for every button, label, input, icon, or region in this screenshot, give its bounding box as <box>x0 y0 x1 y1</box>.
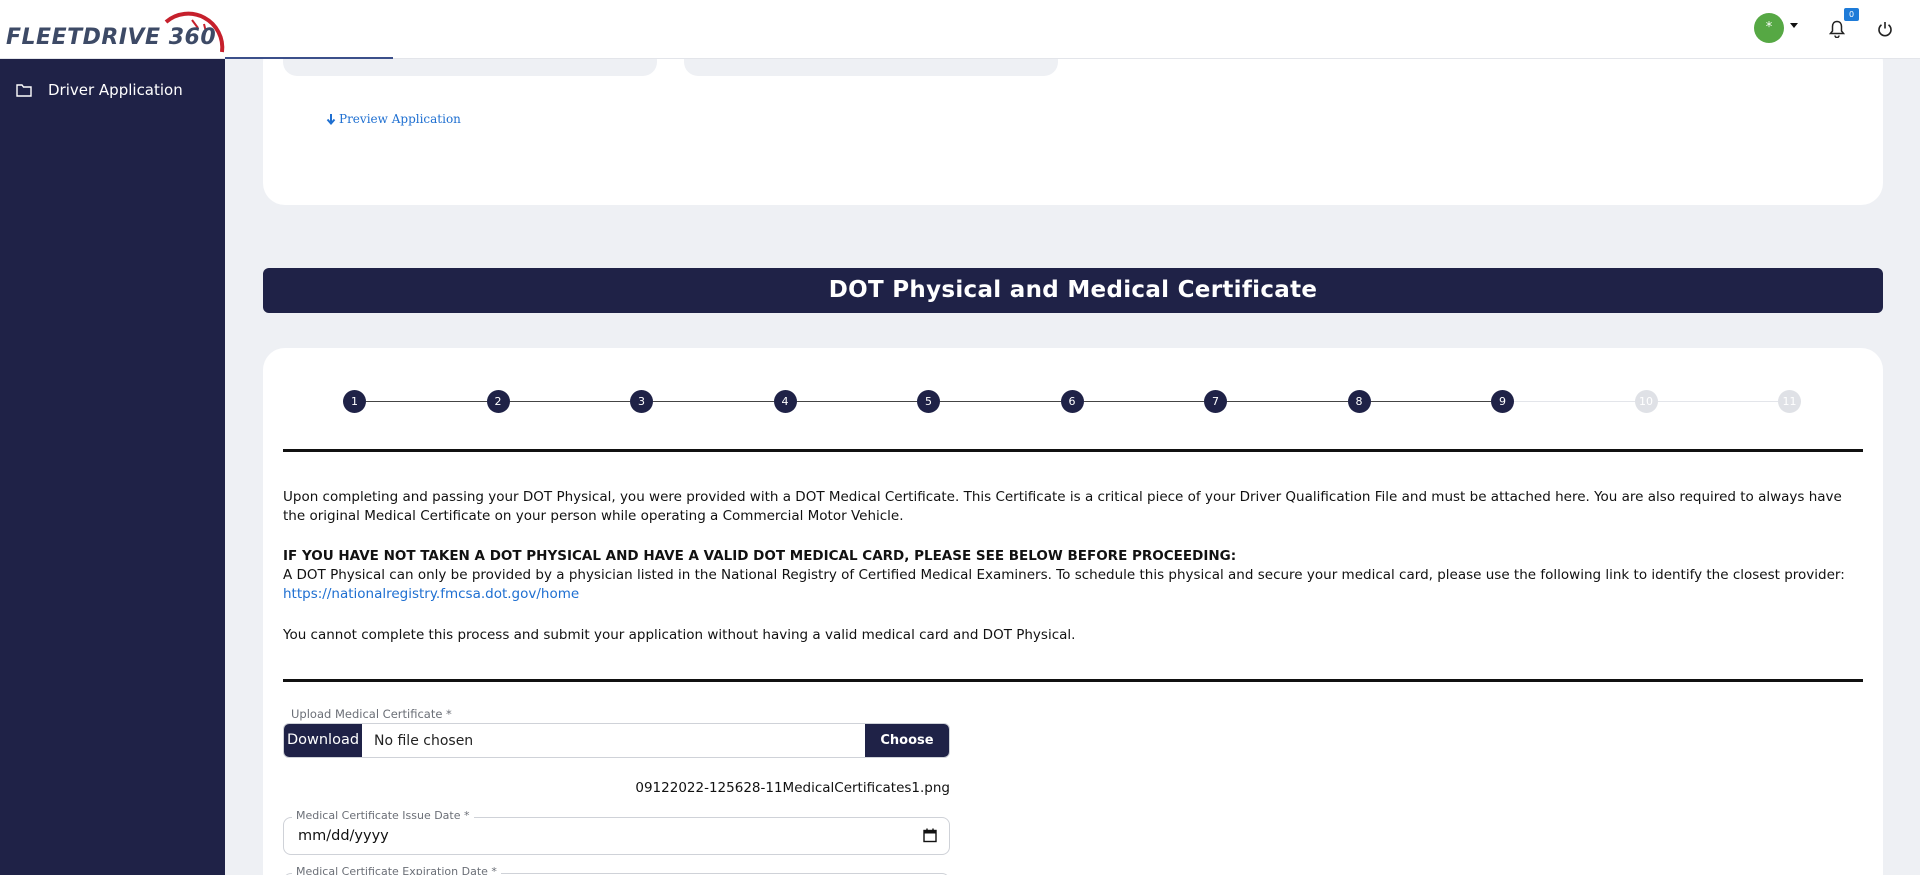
step-connector <box>1514 401 1635 402</box>
bell-icon[interactable] <box>1829 20 1845 38</box>
file-upload-field[interactable]: Download No file chosen Choose File <box>283 723 950 781</box>
sidebar-item-label: Driver Application <box>48 81 183 99</box>
step-1[interactable]: 1 <box>343 390 366 413</box>
warning-block: IF YOU HAVE NOT TAKEN A DOT PHYSICAL AND… <box>283 547 1863 604</box>
notification-badge: 0 <box>1844 8 1859 21</box>
logo-text: FLEETDRIVE 360 <box>6 25 217 50</box>
download-button[interactable]: Download <box>284 724 362 757</box>
active-tab-indicator <box>225 57 393 59</box>
issue-date-label: Medical Certificate Issue Date * <box>292 809 474 822</box>
step-4[interactable]: 4 <box>773 390 797 413</box>
file-status: No file chosen <box>374 733 474 749</box>
step-2[interactable]: 2 <box>486 390 510 413</box>
issue-date-field[interactable]: Medical Certificate Issue Date * mm/dd/y… <box>283 809 950 855</box>
step-connector <box>366 401 487 402</box>
warning-body: A DOT Physical can only be provided by a… <box>283 567 1845 583</box>
step-connector <box>940 401 1061 402</box>
step-connector <box>509 401 630 402</box>
step-10[interactable]: 10 <box>1634 390 1658 413</box>
preview-application-link[interactable]: Preview Application <box>326 112 461 126</box>
step-connector <box>1370 401 1491 402</box>
power-icon[interactable] <box>1877 21 1893 37</box>
registry-link[interactable]: https://nationalregistry.fmcsa.dot.gov/h… <box>283 585 1863 604</box>
step-9[interactable]: 9 <box>1491 390 1514 413</box>
intro-text: Upon completing and passing your DOT Phy… <box>283 489 1842 524</box>
warning-heading: IF YOU HAVE NOT TAKEN A DOT PHYSICAL AND… <box>283 548 1237 564</box>
medical-certificate-card <box>263 348 1883 875</box>
preview-application-label: Preview Application <box>339 112 461 126</box>
step-11[interactable]: 11 <box>1778 390 1801 413</box>
divider <box>283 449 1863 452</box>
calendar-icon[interactable] <box>923 828 937 843</box>
step-7[interactable]: 7 <box>1204 390 1227 413</box>
choose-file-button[interactable]: Choose File <box>865 724 949 781</box>
folder-icon <box>16 84 32 97</box>
step-connector <box>796 401 917 402</box>
step-connector <box>1657 401 1778 402</box>
step-6[interactable]: 6 <box>1060 390 1084 413</box>
step-8[interactable]: 8 <box>1347 390 1371 413</box>
sidebar-item-driver-application[interactable]: Driver Application <box>16 81 183 99</box>
sidebar: Driver Application <box>0 59 225 875</box>
expiration-date-label: Medical Certificate Expiration Date * <box>292 865 501 875</box>
user-avatar[interactable]: * <box>1754 13 1784 43</box>
closing-text: You cannot complete this process and sub… <box>283 627 1076 643</box>
upload-label: Upload Medical Certificate * <box>291 707 452 721</box>
uploaded-file-name: 09122022-125628-11MedicalCertificates1.p… <box>635 780 950 796</box>
fleetdrive-logo[interactable]: FLEETDRIVE 360 <box>6 8 226 54</box>
step-3[interactable]: 3 <box>630 390 653 413</box>
arrow-down-icon <box>326 114 336 125</box>
step-5[interactable]: 5 <box>917 390 940 413</box>
issue-date-input[interactable]: mm/dd/yyyy <box>298 828 389 844</box>
divider <box>283 679 1863 682</box>
section-title: DOT Physical and Medical Certificate <box>263 268 1883 313</box>
step-connector <box>1227 401 1348 402</box>
step-connector <box>1083 401 1204 402</box>
step-connector <box>653 401 774 402</box>
chevron-down-icon[interactable] <box>1790 23 1798 28</box>
top-bar: FLEETDRIVE 360 * 0 <box>0 0 1920 59</box>
